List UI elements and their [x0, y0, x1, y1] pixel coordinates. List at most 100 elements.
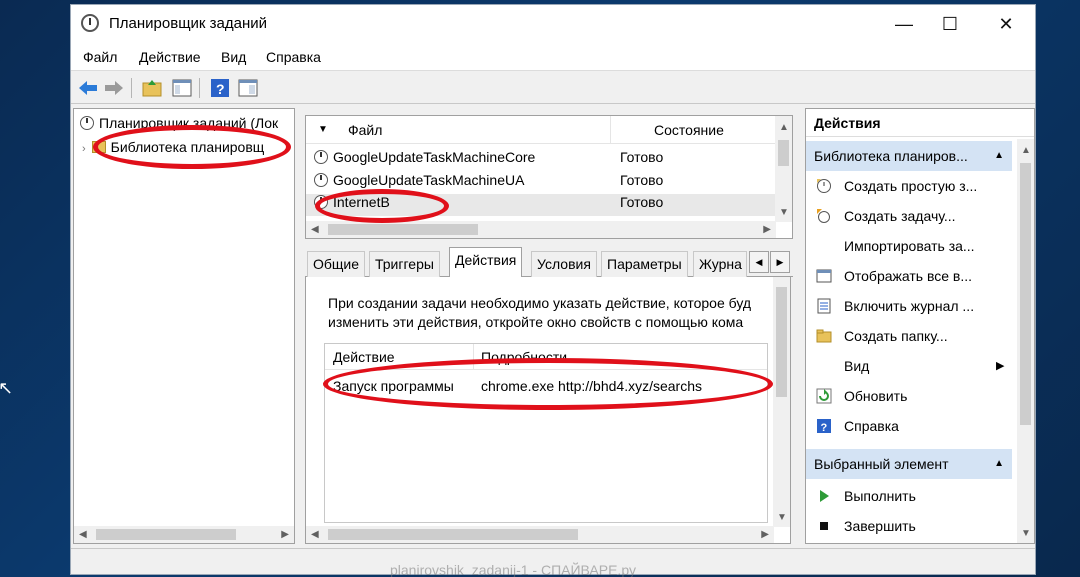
show-hide-console-tree-icon[interactable] — [171, 77, 193, 99]
action-view[interactable]: Вид ▶ — [806, 351, 1012, 381]
actions-tab-content: При создании задачи необходимо указать д… — [305, 277, 791, 544]
scroll-thumb[interactable] — [1020, 163, 1031, 425]
scroll-up-arrow-icon[interactable]: ▲ — [779, 122, 789, 133]
scroll-up-arrow-icon[interactable]: ▲ — [1021, 145, 1031, 156]
menu-help[interactable]: Справка — [266, 49, 321, 65]
column-header-name[interactable]: Файл — [348, 122, 382, 138]
column-header-action[interactable]: Действие — [333, 349, 395, 365]
tab-conditions[interactable]: Условия — [531, 251, 597, 277]
column-header-status[interactable]: Состояние — [654, 122, 724, 138]
scroll-right-arrow-icon[interactable]: ▶ — [763, 224, 771, 235]
help-icon[interactable]: ? — [209, 77, 231, 99]
action-create-basic-task[interactable]: Создать простую з... — [806, 171, 1012, 201]
tree-library-label: Библиотека планировщ — [110, 139, 265, 155]
chevron-right-icon[interactable]: › — [82, 143, 86, 155]
back-icon[interactable] — [77, 77, 99, 99]
sort-down-icon: ▼ — [318, 124, 328, 135]
actions-pane: Действия Библиотека планиров... ▲ Создат… — [805, 108, 1035, 544]
scroll-thumb[interactable] — [778, 140, 789, 166]
scroll-thumb[interactable] — [96, 529, 236, 540]
scroll-left-arrow-icon[interactable]: ◀ — [311, 529, 319, 540]
tab-history[interactable]: Журна — [693, 251, 747, 277]
scroll-thumb[interactable] — [328, 224, 478, 235]
menu-file[interactable]: Файл — [83, 49, 117, 65]
details-horizontal-scrollbar[interactable]: ◀ ▶ — [306, 526, 774, 543]
scroll-thumb[interactable] — [776, 287, 787, 397]
scroll-left-arrow-icon[interactable]: ◀ — [79, 529, 87, 540]
console-tree-pane: Планировщик заданий (Лок › Библиотека пла… — [73, 108, 295, 544]
action-display-running[interactable]: Отображать все в... — [806, 261, 1012, 291]
menu-view[interactable]: Вид — [221, 49, 246, 65]
task-status: Готово — [620, 194, 664, 210]
display-running-icon — [816, 269, 832, 283]
scroll-down-arrow-icon[interactable]: ▼ — [1021, 528, 1031, 539]
properties-icon[interactable] — [237, 77, 259, 99]
tab-triggers[interactable]: Триггеры — [369, 251, 440, 277]
scroll-down-arrow-icon[interactable]: ▼ — [777, 512, 787, 523]
info-text-line2: изменить эти действия, откройте окно сво… — [328, 314, 744, 330]
minimize-button[interactable]: — — [881, 10, 927, 38]
maximize-button[interactable]: ☐ — [927, 10, 973, 38]
scroll-right-arrow-icon[interactable]: ▶ — [761, 529, 769, 540]
menu-bar: Файл Действие Вид Справка — [71, 43, 1035, 71]
submenu-arrow-icon: ▶ — [996, 360, 1005, 372]
actions-pane-title: Действия — [806, 109, 1034, 137]
collapse-up-icon[interactable]: ▲ — [994, 150, 1004, 161]
task-status: Готово — [620, 149, 664, 165]
task-name: GoogleUpdateTaskMachineUA — [333, 172, 525, 188]
action-enable-history[interactable]: Включить журнал ... — [806, 291, 1012, 321]
task-list-vertical-scrollbar[interactable]: ▲ ▼ — [775, 116, 792, 222]
column-header-details[interactable]: Подробности — [481, 349, 567, 365]
task-list-horizontal-scrollbar[interactable]: ◀ ▶ — [306, 221, 776, 238]
actions-table-header: Действие Подробности — [325, 344, 767, 370]
task-row-selected[interactable]: InternetB Готово — [306, 194, 776, 216]
scroll-right-arrow-icon[interactable]: ▶ — [281, 529, 289, 540]
task-scheduler-icon — [81, 14, 99, 32]
details-vertical-scrollbar[interactable]: ▼ — [773, 277, 790, 527]
toolbar-separator — [131, 78, 132, 98]
actions-table: Действие Подробности Запуск программы ch… — [324, 343, 768, 523]
task-row[interactable]: GoogleUpdateTaskMachineCore Готово — [314, 149, 663, 171]
action-new-folder[interactable]: Создать папку... — [806, 321, 1012, 351]
action-import-task[interactable]: Импортировать за... — [806, 231, 1012, 261]
action-create-task[interactable]: Создать задачу... — [806, 201, 1012, 231]
collapse-up-icon[interactable]: ▲ — [994, 458, 1004, 469]
task-list-header: ▼ Файл Состояние — [306, 116, 776, 144]
tab-actions[interactable]: Действия — [449, 247, 523, 278]
task-row[interactable]: GoogleUpdateTaskMachineUA Готово — [314, 172, 663, 194]
refresh-icon — [816, 388, 832, 404]
watermark: planirovshik_zadanij-1 - СПАЙВАРЕ.ру — [390, 562, 636, 577]
scroll-thumb[interactable] — [328, 529, 578, 540]
tree-item-library[interactable]: › Библиотека планировщ — [82, 139, 264, 155]
action-end[interactable]: Завершить — [806, 511, 1012, 541]
actions-vertical-scrollbar[interactable]: ▲ ▼ — [1017, 139, 1034, 543]
tree-horizontal-scrollbar[interactable]: ◀ ▶ — [74, 526, 294, 543]
close-button[interactable]: ✕ — [983, 10, 1029, 38]
task-name: GoogleUpdateTaskMachineCore — [333, 149, 536, 165]
clock-icon — [80, 116, 94, 130]
help-icon: ? — [817, 419, 831, 434]
action-refresh[interactable]: Обновить — [806, 381, 1012, 411]
run-icon — [820, 490, 829, 502]
action-help[interactable]: ? Справка — [806, 411, 1012, 441]
action-row[interactable]: Запуск программы chrome.exe http://bhd4.… — [325, 376, 767, 398]
menu-action[interactable]: Действие — [139, 49, 201, 65]
up-folder-icon[interactable] — [141, 77, 163, 99]
forward-icon[interactable] — [103, 77, 125, 99]
tree-item-root[interactable]: Планировщик заданий (Лок — [80, 115, 278, 131]
action-run[interactable]: Выполнить — [806, 481, 1012, 511]
tree-root-label: Планировщик заданий (Лок — [99, 115, 279, 131]
clock-icon — [314, 173, 328, 187]
column-divider — [473, 344, 474, 370]
details-tabs: Общие Триггеры Действия Условия Параметр… — [305, 245, 793, 278]
tab-general[interactable]: Общие — [307, 251, 366, 277]
scroll-down-arrow-icon[interactable]: ▼ — [779, 207, 789, 218]
section-library[interactable]: Библиотека планиров... ▲ — [806, 141, 1012, 171]
tab-scroll-right-icon[interactable]: ▶ — [770, 251, 790, 273]
section-selected-item[interactable]: Выбранный элемент ▲ — [806, 449, 1012, 479]
tab-scroll-left-icon[interactable]: ◀ — [749, 251, 769, 273]
scroll-left-arrow-icon[interactable]: ◀ — [311, 224, 319, 235]
tab-settings[interactable]: Параметры — [601, 251, 688, 277]
create-task-icon — [817, 209, 830, 223]
toolbar: ? — [71, 72, 1035, 104]
